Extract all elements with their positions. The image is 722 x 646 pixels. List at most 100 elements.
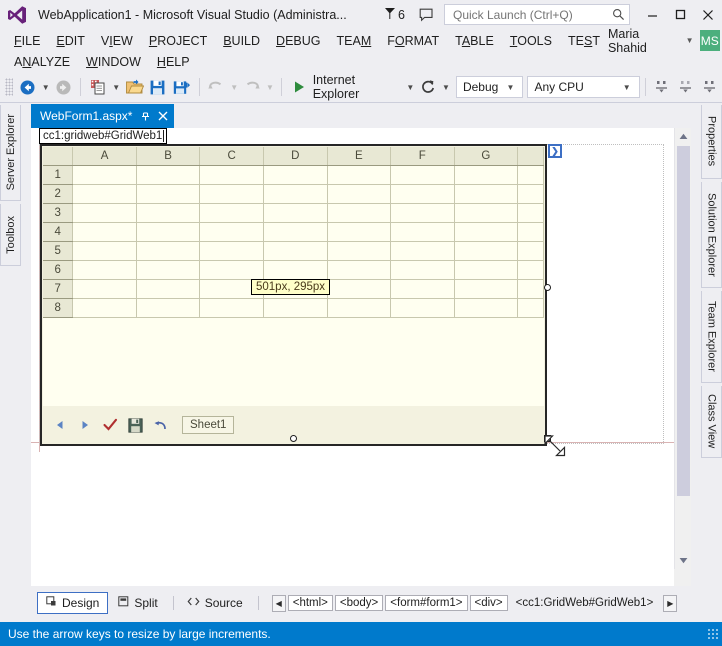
close-button[interactable]	[694, 4, 722, 26]
cell-a5[interactable]	[72, 241, 137, 261]
breadcrumb-scroll-left[interactable]: ◀	[271, 594, 286, 612]
grid-corner-cell[interactable]	[43, 147, 74, 166]
redo-dropdown[interactable]: ▼	[264, 75, 276, 99]
breadcrumb-div[interactable]: <div>	[469, 595, 508, 611]
redo-button[interactable]	[240, 75, 264, 99]
sidebar-item-server-explorer[interactable]: Server Explorer	[0, 105, 21, 201]
cell-g1[interactable]	[454, 165, 519, 185]
sidebar-item-class-view[interactable]: Class View	[701, 386, 722, 458]
cell-b3[interactable]	[136, 203, 201, 223]
align-middle-button[interactable]	[674, 75, 698, 99]
web-form-designer-surface[interactable]: A B C D E F G 1 2 3 4 5 6 7 8 Sheet1 501…	[31, 128, 691, 586]
pin-icon[interactable]	[140, 111, 151, 122]
sidebar-item-team-explorer[interactable]: Team Explorer	[701, 291, 722, 383]
menu-item-file[interactable]: FILE	[6, 32, 48, 50]
cell-h6[interactable]	[517, 260, 544, 280]
menu-item-edit[interactable]: EDIT	[48, 32, 92, 50]
cell-d1[interactable]	[263, 165, 328, 185]
debug-target-label[interactable]: Internet Explorer	[313, 73, 405, 101]
cell-d5[interactable]	[263, 241, 328, 261]
column-header-d[interactable]: D	[263, 147, 328, 166]
align-bottom-button[interactable]	[651, 75, 675, 99]
resize-handle-middle-right[interactable]	[544, 284, 551, 291]
cell-f6[interactable]	[390, 260, 455, 280]
cell-d8[interactable]	[263, 298, 328, 318]
cell-a3[interactable]	[72, 203, 137, 223]
cell-a7[interactable]	[72, 279, 137, 299]
tab-webform1-aspx[interactable]: WebForm1.aspx*	[31, 104, 175, 128]
triangle-left-icon[interactable]	[50, 415, 70, 435]
cell-a2[interactable]	[72, 184, 137, 204]
new-project-button[interactable]	[86, 75, 110, 99]
quick-launch-input[interactable]	[451, 6, 612, 23]
scroll-up-arrow-icon[interactable]	[675, 128, 691, 145]
cell-f7[interactable]	[390, 279, 455, 299]
cell-b4[interactable]	[136, 222, 201, 242]
cell-f4[interactable]	[390, 222, 455, 242]
sidebar-item-properties[interactable]: Properties	[701, 105, 722, 179]
cell-g5[interactable]	[454, 241, 519, 261]
cell-f2[interactable]	[390, 184, 455, 204]
menu-item-project[interactable]: PROJECT	[141, 32, 215, 50]
navigate-back-button[interactable]	[16, 75, 40, 99]
feedback-comment-icon[interactable]	[419, 8, 434, 22]
tab-design-view[interactable]: Design	[37, 592, 109, 614]
debug-target-dropdown[interactable]: ▼	[404, 75, 416, 99]
cell-e1[interactable]	[327, 165, 392, 185]
menu-item-analyze[interactable]: ANALYZE	[6, 53, 78, 71]
cell-c3[interactable]	[199, 203, 264, 223]
save-button[interactable]	[146, 75, 170, 99]
row-header-2[interactable]: 2	[43, 184, 74, 204]
cell-f3[interactable]	[390, 203, 455, 223]
resize-grip-icon[interactable]	[707, 628, 719, 640]
sidebar-item-toolbox[interactable]: Toolbox	[0, 204, 21, 266]
cell-e5[interactable]	[327, 241, 392, 261]
undo-button[interactable]	[205, 75, 229, 99]
menu-item-window[interactable]: WINDOW	[78, 53, 149, 71]
cell-h1[interactable]	[517, 165, 544, 185]
cell-g3[interactable]	[454, 203, 519, 223]
notifications-button[interactable]: 6	[384, 7, 405, 23]
tab-source-view[interactable]: Source	[179, 593, 251, 613]
cell-h4[interactable]	[517, 222, 544, 242]
row-header-5[interactable]: 5	[43, 241, 74, 261]
cell-b8[interactable]	[136, 298, 201, 318]
close-icon[interactable]	[158, 111, 168, 121]
cell-e2[interactable]	[327, 184, 392, 204]
table-row[interactable]: 1	[43, 165, 544, 185]
cell-e8[interactable]	[327, 298, 392, 318]
cell-e6[interactable]	[327, 260, 392, 280]
cell-c5[interactable]	[199, 241, 264, 261]
scrollbar-thumb[interactable]	[677, 146, 690, 496]
cell-a8[interactable]	[72, 298, 137, 318]
cell-e4[interactable]	[327, 222, 392, 242]
tag-selector-bar[interactable]: cc1:gridweb#GridWeb1	[39, 128, 168, 144]
cell-a6[interactable]	[72, 260, 137, 280]
sheet-tab-sheet1[interactable]: Sheet1	[182, 416, 235, 434]
column-header-g[interactable]: G	[454, 147, 519, 166]
row-header-6[interactable]: 6	[43, 260, 74, 280]
align-top-button[interactable]	[698, 75, 722, 99]
cell-g6[interactable]	[454, 260, 519, 280]
cell-a4[interactable]	[72, 222, 137, 242]
column-header-a[interactable]: A	[72, 147, 137, 166]
chevron-down-icon[interactable]: ▼	[686, 36, 694, 45]
cell-d2[interactable]	[263, 184, 328, 204]
open-file-button[interactable]	[122, 75, 146, 99]
table-row[interactable]: 4	[43, 222, 544, 242]
table-row[interactable]: 5	[43, 241, 544, 261]
cell-b1[interactable]	[136, 165, 201, 185]
new-project-dropdown[interactable]: ▼	[110, 75, 122, 99]
designer-vertical-scrollbar[interactable]	[674, 128, 691, 569]
navigate-forward-button[interactable]	[52, 75, 76, 99]
breadcrumb-form[interactable]: <form#form1>	[385, 595, 468, 611]
cell-h2[interactable]	[517, 184, 544, 204]
menu-item-team[interactable]: TEAM	[329, 32, 380, 50]
build-configuration-select[interactable]: Debug ▼	[455, 76, 524, 98]
quick-launch-box[interactable]	[444, 4, 630, 25]
resize-handle-bottom-center[interactable]	[290, 435, 297, 442]
column-header-b[interactable]: B	[136, 147, 201, 166]
cell-g8[interactable]	[454, 298, 519, 318]
cell-b6[interactable]	[136, 260, 201, 280]
platform-select[interactable]: Any CPU ▼	[527, 76, 640, 98]
